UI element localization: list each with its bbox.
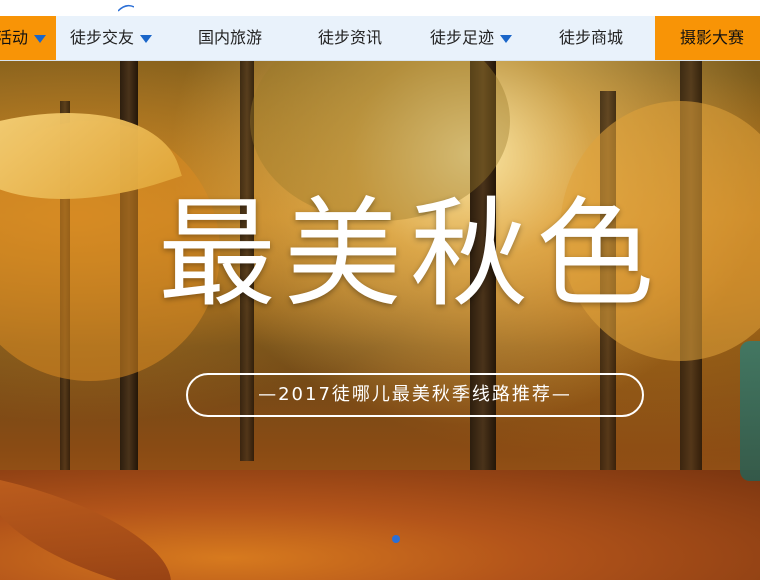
slide-indicator-dot[interactable]	[392, 535, 400, 543]
nav-item-label: 徒步足迹	[430, 28, 495, 47]
hiker-figure	[740, 341, 760, 481]
banner-title: 最美秋色	[157, 185, 662, 323]
nav-item-activities[interactable]: 活动	[0, 16, 56, 60]
banner-subtitle: —2017徒哪儿最美秋季线路推荐—	[258, 384, 572, 405]
banner-subtitle-frame: —2017徒哪儿最美秋季线路推荐—	[186, 373, 644, 417]
nav-item-hiking-news[interactable]: 徒步资讯	[318, 16, 382, 60]
chevron-down-icon	[34, 34, 46, 43]
nav-item-label: 活动	[0, 28, 28, 47]
nav-item-label: 徒步交友	[70, 28, 135, 47]
nav-item-hiking-friends[interactable]: 徒步交友	[70, 16, 153, 60]
nav-item-domestic-travel[interactable]: 国内旅游	[198, 16, 262, 60]
main-nav: 活动 徒步交友 国内旅游 徒步资讯 徒步足迹 徒步商城 摄影大赛	[0, 16, 760, 61]
nav-item-label: 徒步商城	[559, 28, 624, 47]
page: 活动 徒步交友 国内旅游 徒步资讯 徒步足迹 徒步商城 摄影大赛 最美秋色 —2…	[0, 0, 760, 580]
hero-banner[interactable]: 最美秋色 —2017徒哪儿最美秋季线路推荐—	[0, 61, 760, 580]
nav-item-label: 国内旅游	[198, 28, 263, 47]
nav-item-label: 摄影大赛	[680, 28, 745, 47]
nav-item-hiking-tracks[interactable]: 徒步足迹	[430, 16, 513, 60]
logo-fragment-icon	[118, 4, 134, 12]
header-strip	[0, 0, 760, 16]
chevron-down-icon	[140, 34, 153, 43]
nav-item-hiking-shop[interactable]: 徒步商城	[559, 16, 623, 60]
nav-item-photo-contest[interactable]: 摄影大赛	[655, 16, 760, 60]
nav-item-label: 徒步资讯	[318, 28, 383, 47]
chevron-down-icon	[500, 34, 513, 43]
